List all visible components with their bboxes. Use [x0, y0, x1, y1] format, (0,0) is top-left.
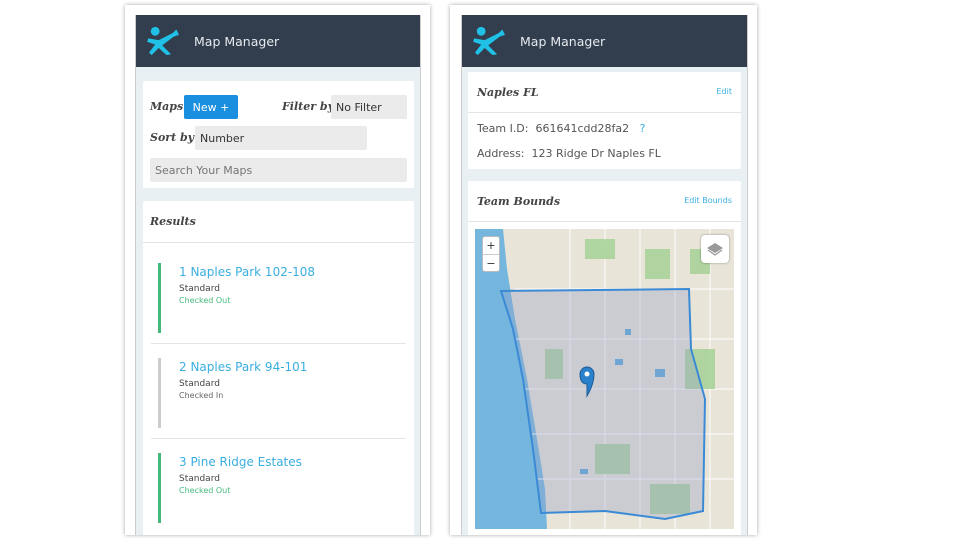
layers-button[interactable]: [701, 235, 729, 263]
logo-icon: [146, 26, 182, 56]
sort-select[interactable]: Number: [195, 126, 367, 150]
left-app: Map Manager Maps New + Filter by No Filt…: [135, 15, 421, 535]
map-status: Checked Out: [179, 486, 231, 495]
filter-select[interactable]: No Filter: [331, 95, 407, 119]
map-list-item[interactable]: 1 Naples Park 102-108 Standard Checked O…: [151, 249, 406, 344]
address-value: 123 Ridge Dr Naples FL: [531, 147, 661, 160]
team-id-label: Team I.D:: [477, 122, 529, 135]
status-bar: [158, 358, 161, 428]
map-name-link[interactable]: 1 Naples Park 102-108: [179, 265, 315, 279]
search-maps-input[interactable]: [150, 158, 407, 182]
map-list-item[interactable]: 3 Pine Ridge Estates Standard Checked Ou…: [151, 439, 406, 534]
status-bar: [158, 453, 161, 523]
team-id-help-icon[interactable]: ?: [640, 122, 646, 135]
app-header: Map Manager: [462, 15, 747, 67]
results-card: Results 1 Naples Park 102-108 Standard C…: [143, 201, 414, 535]
new-map-button[interactable]: New +: [184, 95, 238, 119]
logo-icon: [472, 26, 508, 56]
zoom-in-button[interactable]: +: [483, 237, 499, 255]
maps-label: Maps: [150, 100, 184, 113]
controls-card: Maps New + Filter by No Filter Sort by N…: [143, 81, 414, 188]
team-id-row: Team I.D: 661641cdd28fa2 ?: [477, 122, 645, 135]
app-title: Map Manager: [194, 33, 280, 49]
zoom-control: + −: [482, 236, 500, 272]
team-bounds-card: Team Bounds Edit Bounds + −: [468, 181, 741, 535]
zoom-out-button[interactable]: −: [483, 255, 499, 272]
app-header: Map Manager: [136, 15, 420, 67]
edit-bounds-link[interactable]: Edit Bounds: [684, 196, 732, 205]
map-status: Checked Out: [179, 296, 231, 305]
layers-icon: [707, 243, 723, 256]
results-title: Results: [150, 215, 196, 228]
map-type: Standard: [179, 284, 220, 294]
right-app: Map Manager Naples FL Edit Team I.D: 661…: [461, 15, 748, 535]
map-name-link[interactable]: 3 Pine Ridge Estates: [179, 455, 302, 469]
filter-label: Filter by: [282, 100, 334, 113]
map-view[interactable]: + −: [475, 229, 734, 529]
map-list-item[interactable]: 2 Naples Park 94-101 Standard Checked In: [151, 344, 406, 439]
map-tiles[interactable]: [475, 229, 734, 529]
map-status: Checked In: [179, 391, 224, 400]
app-title: Map Manager: [520, 33, 606, 49]
map-type: Standard: [179, 474, 220, 484]
address-label: Address:: [477, 147, 525, 160]
team-id-value: 661641cdd28fa2: [535, 122, 630, 135]
team-info-card: Naples FL Edit Team I.D: 661641cdd28fa2 …: [468, 72, 741, 169]
sort-label: Sort by: [150, 131, 195, 144]
address-row: Address: 123 Ridge Dr Naples FL: [477, 147, 661, 160]
team-name: Naples FL: [477, 86, 539, 99]
map-name-link[interactable]: 2 Naples Park 94-101: [179, 360, 307, 374]
map-type: Standard: [179, 379, 220, 389]
bounds-title: Team Bounds: [477, 195, 561, 208]
edit-team-link[interactable]: Edit: [717, 87, 733, 96]
status-bar: [158, 263, 161, 333]
